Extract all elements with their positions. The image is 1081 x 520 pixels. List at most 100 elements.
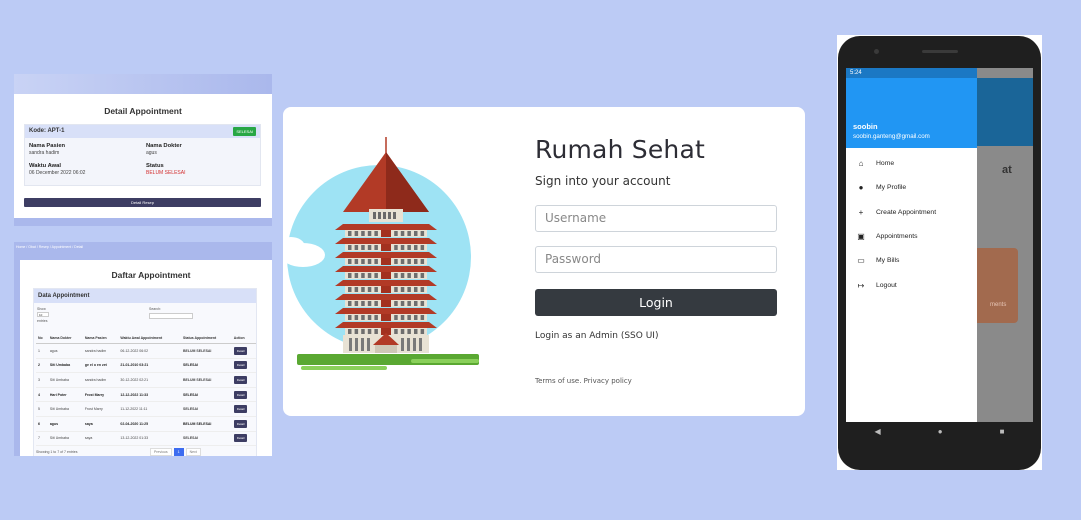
terms-link[interactable]: Terms of use. Privacy policy <box>535 377 632 385</box>
calendar-icon: ▣ <box>857 231 865 241</box>
navbar <box>14 74 272 94</box>
cell-action: Detail <box>231 401 256 417</box>
table-row: 3 Siti Umbaba sandra hadim 30-12-2022 02… <box>36 372 256 388</box>
sso-login-link[interactable]: Login as an Admin (SSO UI) <box>535 331 658 341</box>
drawer-item-logout[interactable]: ↦ Logout <box>846 278 977 292</box>
page-1-button[interactable]: 1 <box>173 448 184 456</box>
breadcrumb[interactable]: Home / Obat / Resep / Appointment / Deta… <box>14 242 272 254</box>
daftar-content: Daftar Appointment Data Appointment Show… <box>20 260 272 456</box>
waktu-field: Waktu Awal 06 December 2022 06:02 <box>29 163 85 176</box>
waktu-value: 06 December 2022 06:02 <box>29 170 86 176</box>
drawer-item-home[interactable]: ⌂ Home <box>846 156 977 170</box>
prev-button[interactable]: Previous <box>150 448 172 456</box>
brand-title: Rumah Sehat <box>535 135 705 164</box>
android-nav-bar: ◀ ● ■ <box>846 422 1033 440</box>
detail-title: Detail Appointment <box>104 106 182 116</box>
login-button[interactable]: Login <box>535 289 777 316</box>
col-waktu[interactable]: Waktu Awal Appointment <box>118 333 182 344</box>
drawer-header: 5:24 soobin soobin.ganteng@gmail.com <box>846 68 977 148</box>
detail-button[interactable]: Detail <box>233 405 248 414</box>
status-field: Status BELUM SELESAI <box>146 163 185 176</box>
detail-button[interactable]: Detail <box>233 390 248 399</box>
table-row: 7 Siti Umbaba saya 13-12-2022 01:33 SELE… <box>36 431 256 447</box>
waktu-label: Waktu Awal <box>29 163 61 169</box>
cell-pasien: ge el o en zet <box>82 358 119 374</box>
kode-label: Kode: APT-1 <box>29 128 65 134</box>
cell-pasien: Frost Marry <box>82 401 119 417</box>
detail-button[interactable]: Detail <box>233 375 248 384</box>
table-row: 1 agus sandra hadim 06-12-2022 06:02 BEL… <box>36 343 256 359</box>
col-action: Action <box>231 333 256 344</box>
status-label: Status <box>146 163 164 169</box>
home-nav-icon[interactable]: ● <box>938 427 943 436</box>
drawer-item-label: Create Appointment <box>876 208 937 216</box>
navigation-drawer: 5:24 soobin soobin.ganteng@gmail.com ⌂ H… <box>846 68 977 422</box>
detail-button[interactable]: Detail <box>233 346 248 355</box>
cell-pasien: sandra hadim <box>82 343 119 359</box>
back-icon[interactable]: ◀ <box>875 427 881 436</box>
cell-action: Detail <box>231 416 256 432</box>
username-input[interactable]: Username <box>535 205 777 232</box>
drawer-item-label: Appointments <box>876 232 918 240</box>
cell-dokter: Hari Poter <box>47 387 83 403</box>
cell-action: Detail <box>231 387 256 403</box>
pagination: Previous 1 Next <box>150 448 201 456</box>
cell-dokter: Siti Umbaba <box>47 372 83 388</box>
cell-dokter: Siti Umbaba <box>47 358 83 374</box>
cell-status: SELESAI <box>181 401 232 417</box>
data-appointment-box: Data Appointment Show 10 entries Search:… <box>33 288 257 456</box>
showing-entries: Showing 1 to 7 of 7 entries <box>36 450 78 454</box>
drawer-item-label: Home <box>876 159 895 167</box>
recents-icon[interactable]: ■ <box>1000 427 1005 436</box>
cell-waktu: 02-04-2020 11:25 <box>118 416 182 432</box>
drawer-item-bills[interactable]: ▭ My Bills <box>846 253 977 267</box>
logout-icon: ↦ <box>857 280 865 290</box>
cell-waktu: 21-01-2010 03:21 <box>118 358 182 374</box>
appointment-table: No Nama Dokter Nama Pasien Waktu Awal Ap… <box>36 333 256 447</box>
next-button[interactable]: Next <box>185 448 201 456</box>
cell-status: SELESAI <box>181 431 232 447</box>
cell-dokter: Siti Umbaba <box>47 401 83 417</box>
detail-button[interactable]: Detail <box>233 361 248 370</box>
table-row: 2 Siti Umbaba ge el o en zet 21-01-2010 … <box>36 358 256 374</box>
table-header-row: No Nama Dokter Nama Pasien Waktu Awal Ap… <box>36 333 256 344</box>
cell-status: SELESAI <box>181 358 232 374</box>
cell-action: Detail <box>231 372 256 388</box>
cell-no: 4 <box>36 387 48 403</box>
cell-status: SELESAI <box>181 387 232 403</box>
status-bar: 5:24 <box>846 68 977 78</box>
camera-dot <box>874 49 879 54</box>
daftar-appointment-screenshot: Home / Obat / Resep / Appointment / Deta… <box>14 242 272 456</box>
cell-pasien: Frost Marry <box>82 387 119 403</box>
login-subtitle: Sign into your account <box>535 174 671 188</box>
data-appointment-header: Data Appointment <box>34 289 256 303</box>
col-status[interactable]: Status Appointment <box>181 333 232 344</box>
cell-no: 2 <box>36 358 48 374</box>
col-dokter[interactable]: Nama Dokter <box>47 333 83 344</box>
cell-waktu: 30-12-2022 02:21 <box>118 372 182 388</box>
drawer-item-create-appointment[interactable]: + Create Appointment <box>846 205 977 219</box>
table-row: 6 agus saya 02-04-2020 11:25 BELUM SELES… <box>36 416 256 432</box>
appointments-card-label: ments <box>990 302 1007 308</box>
status-badge[interactable]: SELESAI <box>233 127 256 136</box>
drawer-item-profile[interactable]: ● My Profile <box>846 180 977 194</box>
password-input[interactable]: Password <box>535 246 777 273</box>
detail-button[interactable]: Detail <box>233 419 248 428</box>
detail-appointment-screenshot: Detail Appointment Kode: APT-1 SELESAI N… <box>14 74 272 226</box>
cell-no: 5 <box>36 401 48 417</box>
drawer-item-appointments[interactable]: ▣ Appointments <box>846 229 977 243</box>
search-input[interactable] <box>149 313 193 319</box>
detail-button[interactable]: Detail <box>233 434 248 443</box>
pasien-field: Nama Pasien sandra hadim <box>29 143 65 156</box>
cell-no: 3 <box>36 372 48 388</box>
entries-select[interactable]: 10 <box>37 312 49 317</box>
cell-no: 6 <box>36 416 48 432</box>
drawer-item-label: Logout <box>876 281 897 289</box>
col-no[interactable]: No <box>36 333 48 344</box>
behind-title-fragment: at <box>1002 164 1012 176</box>
detail-resep-button[interactable]: Detail Resep <box>24 198 261 207</box>
table-row: 5 Siti Umbaba Frost Marry 11-12-2022 11:… <box>36 401 256 417</box>
search-label: Search: <box>149 307 162 311</box>
cell-waktu: 13-12-2022 01:33 <box>118 431 182 447</box>
col-pasien[interactable]: Nama Pasien <box>82 333 119 344</box>
